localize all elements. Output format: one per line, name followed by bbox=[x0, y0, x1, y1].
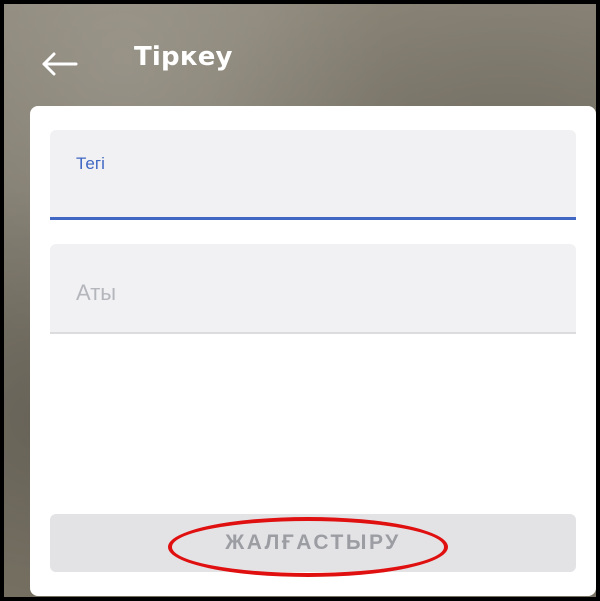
registration-card: Тегі Аты ЖАЛҒАСТЫРУ bbox=[30, 106, 596, 596]
page-title: Тіркеу bbox=[134, 42, 233, 72]
screen: Тіркеу Тегі Аты ЖАЛҒАСТЫРУ bbox=[0, 0, 600, 601]
name-field[interactable]: Аты bbox=[50, 244, 576, 334]
name-placeholder: Аты bbox=[76, 280, 117, 305]
back-button[interactable] bbox=[32, 38, 88, 90]
continue-button[interactable]: ЖАЛҒАСТЫРУ bbox=[50, 514, 576, 572]
continue-button-label: ЖАЛҒАСТЫРУ bbox=[225, 531, 401, 554]
arrow-left-icon bbox=[42, 52, 78, 76]
surname-label: Тегі bbox=[76, 154, 105, 173]
app-bar: Тіркеу bbox=[4, 4, 596, 108]
surname-field[interactable]: Тегі bbox=[50, 130, 576, 220]
